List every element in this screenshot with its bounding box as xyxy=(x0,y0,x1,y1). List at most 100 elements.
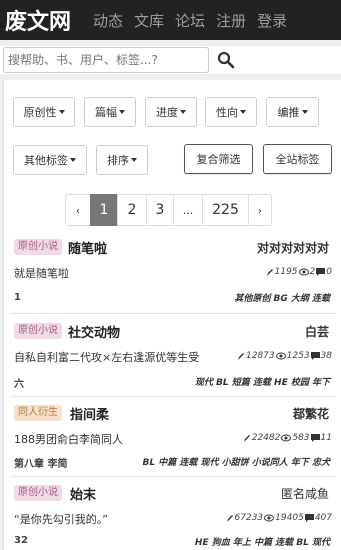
filter-label: 性向 xyxy=(216,106,238,119)
nav-link-library[interactable]: 文库 xyxy=(134,10,164,31)
book-stats: 1195 2 0 xyxy=(265,267,332,277)
book-stats: 67233 19405 407 xyxy=(225,513,332,523)
filter-progress-dropdown[interactable]: 进度 xyxy=(145,97,197,127)
book-description: 就是随笔啦 xyxy=(14,267,69,280)
category-badge[interactable]: 原创小说 xyxy=(14,485,62,501)
word-count: 22482 xyxy=(251,433,281,443)
pencil-icon xyxy=(226,514,233,522)
filter-orientation-dropdown[interactable]: 性向 xyxy=(205,97,257,127)
pagination-prev[interactable]: ‹ xyxy=(65,194,91,226)
divider xyxy=(10,396,336,397)
caret-down-icon xyxy=(240,110,246,114)
book-tags[interactable]: BL 中篇 连载 现代 小甜饼 小说同人 年下 忠犬 xyxy=(142,455,330,468)
view-count: 1253 xyxy=(286,351,310,361)
book-description: “是你先勾引我的。” xyxy=(14,513,108,526)
book-item[interactable]: 同人衍生 指间柔 鄀繁花 188男团俞白李简同人 22482 583 11 第八… xyxy=(4,402,341,480)
comment-count: 407 xyxy=(314,513,332,523)
pencil-icon xyxy=(243,434,250,442)
comment-icon xyxy=(304,514,314,522)
category-badge[interactable]: 原创小说 xyxy=(14,323,62,339)
filter-length-dropdown[interactable]: 篇幅 xyxy=(84,97,136,127)
pagination-page-2[interactable]: 2 xyxy=(117,194,147,226)
category-badge[interactable]: 同人衍生 xyxy=(14,405,62,421)
latest-chapter[interactable]: 六 xyxy=(14,375,24,390)
search-icon[interactable] xyxy=(217,51,235,69)
caret-down-icon xyxy=(58,110,65,114)
word-count: 12873 xyxy=(246,351,275,361)
book-author[interactable]: 鄀繁花 xyxy=(293,405,329,422)
site-brand[interactable]: 废文网 xyxy=(0,4,93,36)
word-count: 67233 xyxy=(234,513,264,523)
book-tags[interactable]: HE 狗血 年上 中篇 连载 BL 现代 xyxy=(195,535,330,548)
book-title[interactable]: 随笔啦 xyxy=(68,238,107,257)
book-stats: 22482 583 11 xyxy=(242,433,332,443)
filter-editor-pick-dropdown[interactable]: 编推 xyxy=(266,97,319,127)
pagination-next[interactable]: › xyxy=(248,194,272,226)
compound-filter-button[interactable]: 复合筛选 xyxy=(184,144,253,174)
filter-originality-dropdown[interactable]: 原创性 xyxy=(13,97,75,127)
book-author[interactable]: 匿名咸鱼 xyxy=(281,485,329,502)
eye-icon xyxy=(281,434,292,442)
pencil-icon xyxy=(238,352,244,360)
book-item[interactable]: 原创小说 随笔啦 对对对对对对 就是随笔啦 1195 2 0 1 其他原创 BG… xyxy=(4,236,341,314)
eye-icon xyxy=(275,352,286,360)
filter-sort-dropdown[interactable]: 排序 xyxy=(96,145,148,175)
pagination-page-1[interactable]: 1 xyxy=(90,194,118,226)
book-title[interactable]: 社交动物 xyxy=(68,322,120,341)
word-count: 1195 xyxy=(274,267,298,277)
book-description: 自私自利富二代攻×左右逢源优等生受 xyxy=(14,351,200,364)
comment-count: 11 xyxy=(320,433,332,443)
book-description: 188男团俞白李简同人 xyxy=(14,433,123,446)
filter-label: 编推 xyxy=(277,106,300,119)
book-title[interactable]: 指间柔 xyxy=(70,404,109,423)
nav-link-forum[interactable]: 论坛 xyxy=(175,10,205,31)
filter-label: 篇幅 xyxy=(95,106,117,119)
all-site-tags-button[interactable]: 全站标签 xyxy=(263,144,332,174)
nav-link-register[interactable]: 注册 xyxy=(216,10,246,31)
eye-icon xyxy=(298,268,309,276)
pagination-page-last[interactable]: 225 xyxy=(202,194,249,226)
book-tags[interactable]: 其他原创 BG 大纲 连载 xyxy=(234,291,330,304)
book-list-panel: 原创性 篇幅 进度 性向 编推 其他标签 排序 复合筛选 全站标签 ‹ 1 2 … xyxy=(3,80,341,550)
filter-label: 进度 xyxy=(156,106,178,119)
view-count: 19405 xyxy=(275,513,304,523)
book-item[interactable]: 原创小说 始末 匿名咸鱼 “是你先勾引我的。” 67233 19405 407 … xyxy=(4,482,341,550)
comment-count: 0 xyxy=(326,267,332,277)
comment-icon xyxy=(310,352,320,360)
caret-down-icon xyxy=(119,110,125,114)
view-count: 583 xyxy=(292,433,310,443)
book-title[interactable]: 始末 xyxy=(70,484,96,503)
divider xyxy=(10,476,336,477)
filter-label: 排序 xyxy=(107,154,129,167)
comment-count: 38 xyxy=(320,351,332,361)
pagination: ‹ 1 2 3 ... 225 › xyxy=(65,194,272,226)
book-author[interactable]: 白芸 xyxy=(305,323,329,340)
view-count: 2 xyxy=(309,267,316,277)
filter-label: 原创性 xyxy=(23,106,57,119)
filter-other-tags-dropdown[interactable]: 其他标签 xyxy=(13,145,87,175)
pencil-icon xyxy=(266,268,273,276)
pagination-page-3[interactable]: 3 xyxy=(146,194,174,226)
top-navbar: 废文网 动态 文库 论坛 注册 登录 xyxy=(0,0,341,40)
book-tags[interactable]: 现代 BL 短篇 连载 HE 校园 年下 xyxy=(195,375,330,388)
latest-chapter[interactable]: 1 xyxy=(14,292,21,303)
nav-link-login[interactable]: 登录 xyxy=(257,10,287,31)
pagination-ellipsis: ... xyxy=(173,194,203,226)
book-stats: 12873 1253 38 xyxy=(236,351,332,361)
caret-down-icon xyxy=(131,158,137,162)
filter-label: 其他标签 xyxy=(24,154,68,167)
comment-icon xyxy=(310,434,320,442)
book-item[interactable]: 原创小说 社交动物 白芸 自私自利富二代攻×左右逢源优等生受 12873 125… xyxy=(4,320,341,398)
comment-icon xyxy=(316,268,326,276)
book-author[interactable]: 对对对对对对 xyxy=(257,239,329,256)
category-badge[interactable]: 原创小说 xyxy=(14,239,62,255)
nav-link-dynamics[interactable]: 动态 xyxy=(93,10,123,31)
search-bar xyxy=(0,46,341,74)
caret-down-icon xyxy=(301,110,308,114)
search-input[interactable] xyxy=(3,47,209,73)
latest-chapter[interactable]: 32 xyxy=(14,535,28,546)
latest-chapter[interactable]: 第八章 李简 xyxy=(14,455,67,470)
caret-down-icon xyxy=(70,158,76,162)
eye-icon xyxy=(264,514,275,522)
divider xyxy=(10,313,336,314)
